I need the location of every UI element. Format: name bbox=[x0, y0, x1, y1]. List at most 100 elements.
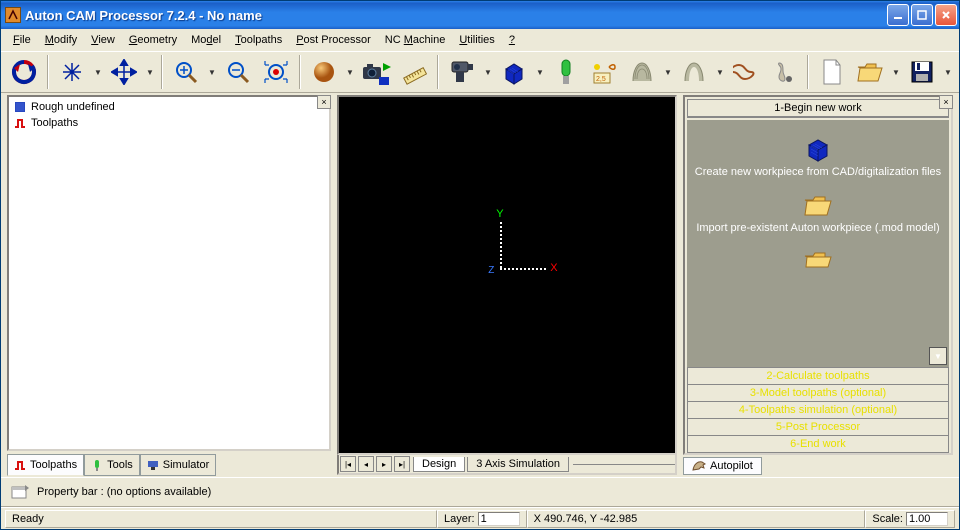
menu-utilities[interactable]: Utilities bbox=[453, 32, 500, 48]
wizard-step5[interactable]: 5-Post Processor bbox=[687, 419, 949, 436]
finish-dropdown[interactable]: ▼ bbox=[715, 68, 725, 77]
tools-tab-icon bbox=[91, 459, 103, 471]
zoom-in-button[interactable] bbox=[169, 55, 203, 89]
tree-item-toolpaths[interactable]: Toolpaths bbox=[11, 115, 327, 131]
menu-view[interactable]: View bbox=[85, 32, 121, 48]
new-button[interactable] bbox=[815, 55, 849, 89]
vp-next-button[interactable]: ▸ bbox=[376, 456, 392, 472]
rough-dropdown[interactable]: ▼ bbox=[663, 68, 673, 77]
axis-y-label: Y bbox=[496, 208, 503, 220]
shade-dropdown[interactable]: ▼ bbox=[345, 68, 355, 77]
close-button[interactable] bbox=[935, 4, 957, 26]
open-folder-icon bbox=[803, 248, 833, 274]
menu-file[interactable]: File bbox=[7, 32, 37, 48]
tab-simulator[interactable]: Simulator bbox=[140, 454, 216, 476]
axis-x-label: X bbox=[550, 262, 557, 274]
workarea: × Rough undefined Toolpaths Toolpaths bbox=[1, 93, 959, 475]
zoom-out-button[interactable] bbox=[221, 55, 255, 89]
machine-dropdown[interactable]: ▼ bbox=[483, 68, 493, 77]
tree-view[interactable]: Rough undefined Toolpaths bbox=[7, 95, 331, 451]
menu-modify[interactable]: Modify bbox=[39, 32, 83, 48]
toolbar: ▼ ▼ ▼ ▼ ▼ ▼ 2,5 ▼ ▼ ▼ ▼ bbox=[1, 51, 959, 93]
minimize-button[interactable] bbox=[887, 4, 909, 26]
viewport[interactable]: X Y Z bbox=[337, 95, 677, 455]
autopilot-icon bbox=[692, 460, 706, 472]
vp-tab-design[interactable]: Design bbox=[413, 457, 465, 472]
shade-button[interactable] bbox=[307, 55, 341, 89]
wizard-item-partial[interactable] bbox=[797, 248, 839, 274]
left-panel-close-button[interactable]: × bbox=[317, 95, 331, 109]
scale-input[interactable] bbox=[906, 512, 948, 526]
window-title: Auton CAM Processor 7.2.4 - No name bbox=[25, 8, 887, 23]
status-coords: X 490.746, Y -42.985 bbox=[527, 510, 866, 528]
tab-tools[interactable]: Tools bbox=[84, 454, 140, 476]
rough-toolpath-button[interactable] bbox=[625, 55, 659, 89]
wizard-step1-header[interactable]: 1-Begin new work bbox=[687, 99, 949, 118]
tree-label: Rough undefined bbox=[31, 101, 115, 113]
layer-input[interactable] bbox=[478, 512, 520, 526]
pan-free-dropdown[interactable]: ▼ bbox=[93, 68, 103, 77]
pan-ortho-dropdown[interactable]: ▼ bbox=[145, 68, 155, 77]
stock-cube-icon bbox=[803, 136, 833, 162]
right-panel-close-button[interactable]: × bbox=[939, 95, 953, 109]
vp-last-button[interactable]: ▸| bbox=[394, 456, 410, 472]
measure-button[interactable] bbox=[397, 55, 431, 89]
status-layer: Layer: bbox=[437, 510, 527, 528]
wizard-step2[interactable]: 2-Calculate toolpaths bbox=[687, 367, 949, 385]
wizard-body: Create new workpiece from CAD/digitaliza… bbox=[687, 120, 949, 367]
wizard-import-workpiece[interactable]: Import pre-existent Auton workpiece (.mo… bbox=[690, 192, 945, 234]
pan-free-button[interactable] bbox=[55, 55, 89, 89]
wizard-new-workpiece[interactable]: Create new workpiece from CAD/digitaliza… bbox=[689, 136, 947, 178]
wizard-step3[interactable]: 3-Model toolpaths (optional) bbox=[687, 385, 949, 402]
right-panel: × 1-Begin new work Create new workpiece … bbox=[683, 95, 953, 475]
maximize-button[interactable] bbox=[911, 4, 933, 26]
left-tabs: Toolpaths Tools Simulator bbox=[7, 453, 331, 475]
menu-help[interactable]: ? bbox=[503, 32, 521, 48]
wizard: 1-Begin new work Create new workpiece fr… bbox=[683, 95, 953, 455]
drill-button[interactable] bbox=[767, 55, 801, 89]
menu-geometry[interactable]: Geometry bbox=[123, 32, 183, 48]
toolpaths-tab-icon bbox=[14, 459, 26, 471]
tree-label: Toolpaths bbox=[31, 117, 78, 129]
wizard-step6[interactable]: 6-End work bbox=[687, 436, 949, 453]
property-icon bbox=[11, 484, 29, 500]
menu-ncmachine[interactable]: NC Machine bbox=[379, 32, 452, 48]
stock-button[interactable] bbox=[497, 55, 531, 89]
rough-icon bbox=[13, 100, 27, 114]
wizard-scroll-down-button[interactable]: ▼ bbox=[929, 347, 947, 365]
save-dropdown[interactable]: ▼ bbox=[943, 68, 953, 77]
status-ready: Ready bbox=[5, 510, 437, 528]
zoom-in-dropdown[interactable]: ▼ bbox=[207, 68, 217, 77]
wizard-step4[interactable]: 4-Toolpaths simulation (optional) bbox=[687, 402, 949, 419]
open-folder-icon bbox=[803, 192, 833, 218]
axis-z-label: Z bbox=[488, 265, 494, 276]
tab-toolpaths[interactable]: Toolpaths bbox=[7, 454, 84, 476]
svg-text:2,5: 2,5 bbox=[596, 76, 606, 83]
left-panel: × Rough undefined Toolpaths Toolpaths bbox=[7, 95, 331, 475]
open-button[interactable] bbox=[853, 55, 887, 89]
tree-item-rough[interactable]: Rough undefined bbox=[11, 99, 327, 115]
menu-postprocessor[interactable]: Post Processor bbox=[290, 32, 377, 48]
tool-button[interactable] bbox=[549, 55, 583, 89]
open-dropdown[interactable]: ▼ bbox=[891, 68, 901, 77]
stock-dropdown[interactable]: ▼ bbox=[535, 68, 545, 77]
vp-prev-button[interactable]: ◂ bbox=[358, 456, 374, 472]
finish-toolpath-button[interactable] bbox=[677, 55, 711, 89]
vp-tab-sim[interactable]: 3 Axis Simulation bbox=[467, 457, 569, 472]
save-button[interactable] bbox=[905, 55, 939, 89]
refresh-button[interactable] bbox=[7, 55, 41, 89]
viewport-tabs: |◂ ◂ ▸ ▸| Design 3 Axis Simulation bbox=[337, 455, 677, 475]
pan-ortho-button[interactable] bbox=[107, 55, 141, 89]
titlebar[interactable]: Auton CAM Processor 7.2.4 - No name bbox=[1, 1, 959, 29]
tab-autopilot[interactable]: Autopilot bbox=[683, 457, 762, 475]
wizard-label: Create new workpiece from CAD/digitaliza… bbox=[695, 166, 941, 178]
feeds-button[interactable]: 2,5 bbox=[587, 55, 621, 89]
menu-model[interactable]: Model bbox=[185, 32, 227, 48]
vp-first-button[interactable]: |◂ bbox=[340, 456, 356, 472]
menu-toolpaths[interactable]: Toolpaths bbox=[229, 32, 288, 48]
property-text: Property bar : (no options available) bbox=[37, 486, 211, 498]
zoom-fit-button[interactable] bbox=[259, 55, 293, 89]
machine-button[interactable] bbox=[445, 55, 479, 89]
contour-button[interactable] bbox=[729, 55, 763, 89]
snapshot-button[interactable] bbox=[359, 55, 393, 89]
